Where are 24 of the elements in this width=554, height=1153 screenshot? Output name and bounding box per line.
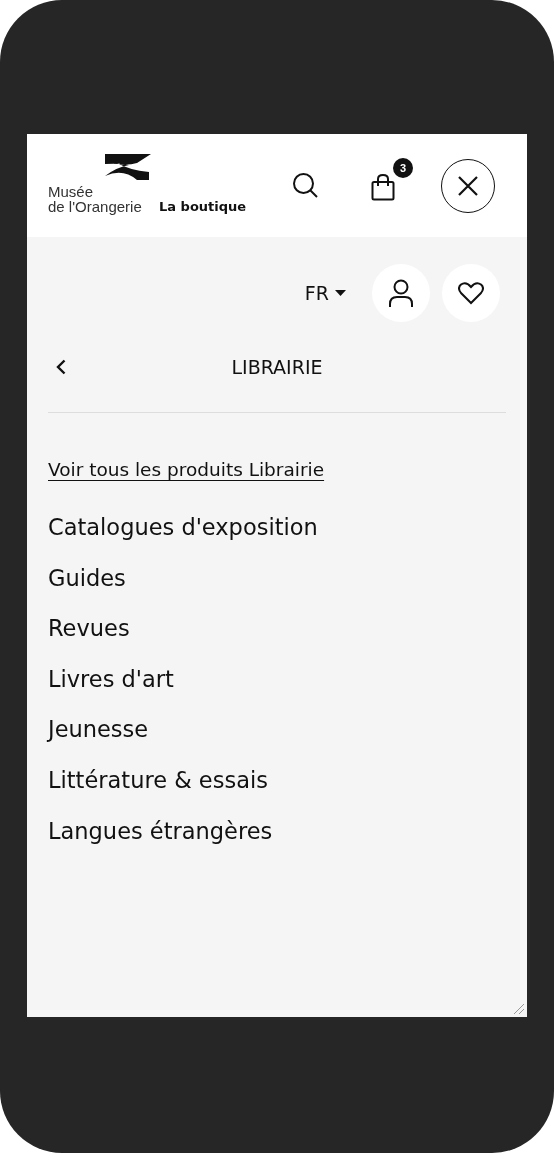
category-link[interactable]: Livres d'art	[48, 653, 174, 705]
category-link[interactable]: Guides	[48, 552, 126, 604]
language-selector[interactable]: FR	[304, 282, 346, 304]
user-icon	[388, 278, 414, 308]
cart-button[interactable]: 3	[371, 158, 413, 201]
category-link[interactable]: Catalogues d'exposition	[48, 502, 318, 553]
shopping-bag-icon	[371, 174, 395, 201]
menu-title: LIBRAIRIE	[230, 356, 324, 378]
museum-name: Musée de l'Orangerie	[48, 183, 143, 214]
category-link[interactable]: Jeunesse	[48, 704, 149, 755]
category-link[interactable]: Langues étrangères	[48, 805, 273, 857]
see-all-link[interactable]: Voir tous les produits Librairie	[48, 459, 325, 480]
category-link[interactable]: Revues	[48, 603, 130, 654]
category-link[interactable]: Littérature & essais	[48, 754, 268, 806]
shop-label: La boutique	[159, 198, 247, 214]
heart-icon	[458, 281, 484, 305]
back-chevron-icon	[56, 359, 66, 375]
resize-grip-icon[interactable]	[513, 1003, 525, 1015]
close-icon	[458, 175, 478, 196]
logo-icon	[103, 153, 151, 181]
caret-icon	[335, 290, 346, 296]
search-icon	[292, 172, 319, 199]
search-button[interactable]	[292, 172, 319, 199]
cart-count-badge: 3	[393, 158, 413, 178]
